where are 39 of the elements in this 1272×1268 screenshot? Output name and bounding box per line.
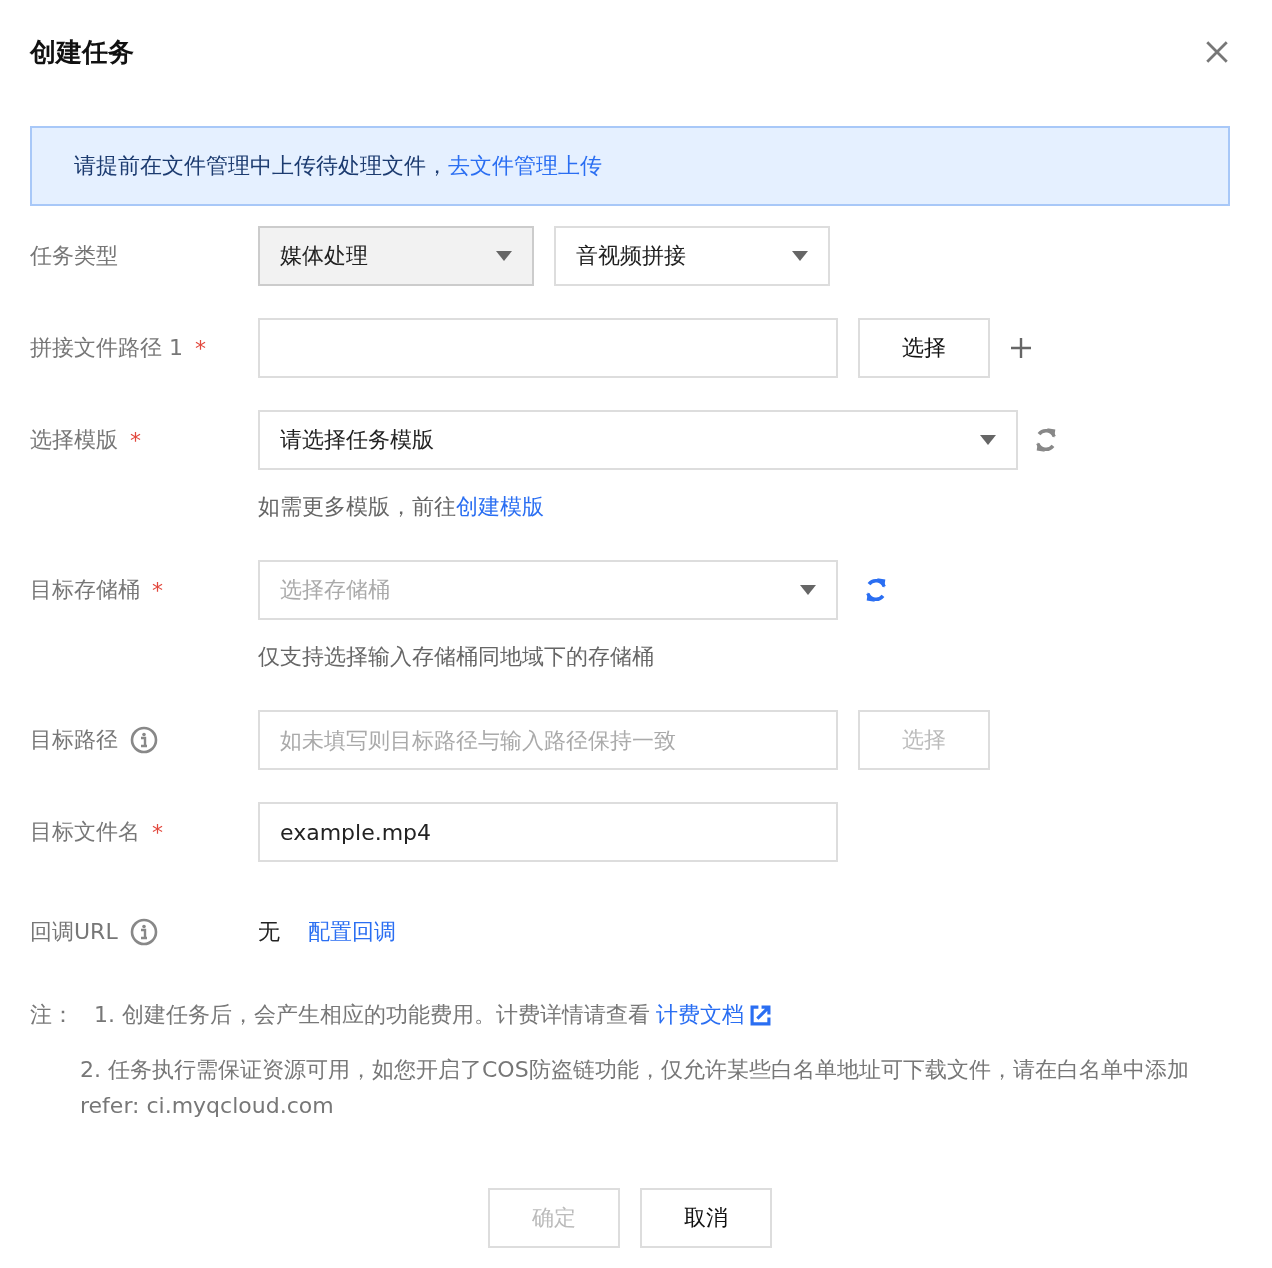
note-text: 2. 任务执行需保证资源可用，如您开启了COS防盗链功能，仅允许某些白名单地址可下载文件，请在白名单中添加refer: ci.myqcloud.com: [80, 1056, 1190, 1120]
required-mark: *: [130, 427, 141, 453]
note-text: 1. 创建任务后，会产生相应的功能费用。计费详情请查看: [94, 1001, 650, 1029]
dropdown[interactable]: 请选择任务模版: [258, 410, 1018, 470]
caret-icon: [980, 435, 996, 445]
configure-callback-link[interactable]: 配置回调: [308, 917, 396, 947]
close-icon[interactable]: [1204, 39, 1230, 65]
cancel-button[interactable]: 取消: [640, 1188, 772, 1248]
input-field[interactable]: 如未填写则目标路径与输入路径保持一致: [258, 710, 838, 770]
upload-link[interactable]: 去文件管理上传: [448, 151, 602, 181]
field-label: 回调URL: [30, 918, 118, 946]
info-icon[interactable]: [130, 726, 158, 754]
external-link-icon[interactable]: [750, 1004, 771, 1026]
billing-doc-link[interactable]: 计费文档: [656, 1000, 744, 1030]
field-label: 目标文件名: [30, 818, 140, 846]
required-mark: *: [152, 577, 163, 603]
notes-label: 注：: [30, 1001, 74, 1029]
field-label: 目标路径: [30, 726, 118, 754]
field-label: 拼接文件路径 1: [30, 334, 183, 362]
field-label: 选择模版: [30, 426, 118, 454]
caret-icon: [800, 585, 816, 595]
field-label: 目标存储桶: [30, 576, 140, 604]
field-label: 任务类型: [30, 242, 118, 270]
notice-text: 请提前在文件管理中上传待处理文件，: [74, 152, 448, 180]
dropdown[interactable]: 音视频拼接: [554, 226, 830, 286]
create-template-link[interactable]: 创建模版: [456, 492, 544, 522]
hint-text: 如需更多模版，前往: [258, 493, 456, 521]
caret-icon: [496, 251, 512, 261]
callback-value: 无: [258, 918, 280, 946]
input-field[interactable]: [258, 318, 838, 378]
hint-text: 仅支持选择输入存储桶同地域下的存储桶: [258, 643, 654, 671]
required-mark: *: [195, 335, 206, 361]
add-icon[interactable]: [1010, 337, 1032, 359]
input-field[interactable]: example.mp4: [258, 802, 838, 862]
dialog-title: 创建任务: [30, 35, 134, 69]
select-button[interactable]: 选择: [858, 318, 990, 378]
caret-icon: [792, 251, 808, 261]
required-mark: *: [152, 819, 163, 845]
info-icon[interactable]: [129, 918, 158, 946]
